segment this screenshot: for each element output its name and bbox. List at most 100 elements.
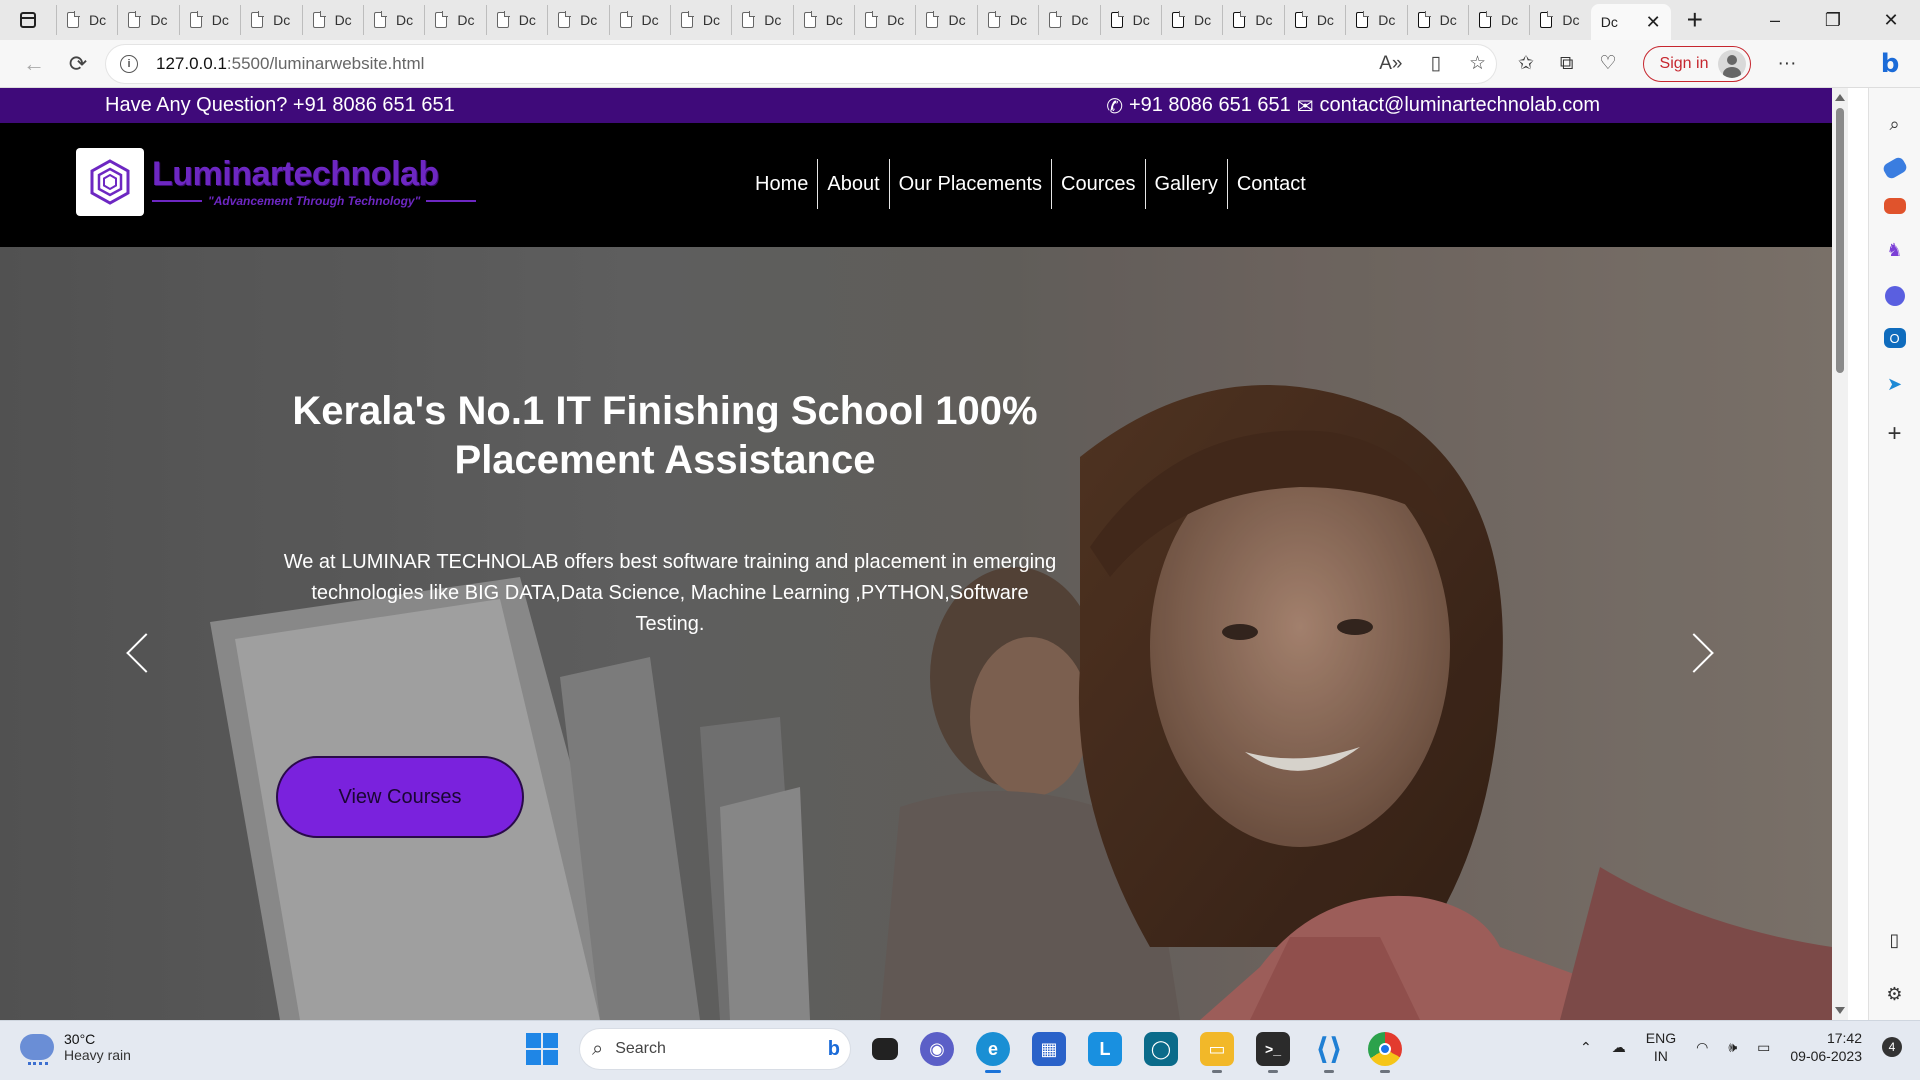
microsoft-store-icon[interactable]: ▦ (1032, 1032, 1066, 1066)
browser-tab[interactable]: Dc (669, 5, 731, 35)
wifi-icon[interactable]: ◠ (1696, 1039, 1708, 1056)
browser-tab[interactable]: Dc (1406, 5, 1468, 35)
battery-icon[interactable]: ▭ (1757, 1039, 1770, 1056)
minimize-button[interactable]: – (1746, 0, 1804, 40)
browser-tab-active[interactable]: Dc ✕ (1590, 4, 1671, 40)
sign-in-button[interactable]: Sign in (1642, 45, 1752, 82)
read-aloud-icon[interactable]: A» (1379, 53, 1402, 75)
sidebar-toggle-icon[interactable]: ▯ (1881, 926, 1909, 954)
edge-browser-icon[interactable]: e (976, 1032, 1010, 1073)
notification-badge[interactable]: 4 (1882, 1037, 1902, 1057)
site-info-icon[interactable]: i (120, 54, 138, 73)
system-tray: ⌃ ☁ ENG IN ◠ 🕪 ▭ 17:42 09-06-2023 4 (1580, 1029, 1902, 1065)
tab-title: Dc (1562, 12, 1580, 28)
vscode-icon[interactable]: ⟨⟩ (1312, 1032, 1346, 1073)
tab-title: Dc (764, 12, 782, 28)
close-window-button[interactable]: ✕ (1862, 0, 1920, 40)
restore-button[interactable]: ❐ (1804, 0, 1862, 40)
favorite-star-icon[interactable]: ☆ (1469, 52, 1486, 75)
chevron-up-icon[interactable]: ⌃ (1580, 1039, 1592, 1056)
refresh-button[interactable]: ⟳ (56, 44, 100, 84)
browser-essentials-icon[interactable]: ♡ (1600, 52, 1617, 75)
browser-tab[interactable]: Dc (424, 5, 485, 35)
more-options-icon[interactable]: ··· (1777, 53, 1796, 75)
nav-courses[interactable]: Cources (1051, 159, 1144, 209)
nav-home[interactable]: Home (746, 159, 817, 209)
favorites-icon[interactable]: ✩ (1518, 52, 1534, 75)
phone-text[interactable]: +91 8086 651 651 (1129, 94, 1291, 117)
microsoft365-icon[interactable] (1884, 286, 1905, 306)
terminal-icon[interactable]: >_ (1256, 1032, 1290, 1073)
collections-icon[interactable]: ⧉ (1560, 53, 1574, 75)
browser-tab[interactable]: Dc (240, 5, 301, 35)
browser-tab[interactable]: Dc (547, 5, 608, 35)
browser-tab[interactable]: Dc (1161, 5, 1222, 35)
nav-contact[interactable]: Contact (1226, 159, 1315, 209)
windows-start-icon[interactable] (526, 1033, 558, 1065)
document-icon (1110, 11, 1124, 28)
document-icon (189, 11, 203, 28)
task-view-icon[interactable] (872, 1038, 898, 1060)
immersive-reader-icon[interactable]: ▯ (1430, 52, 1440, 75)
add-sidebar-app-icon[interactable]: + (1881, 420, 1909, 448)
browser-tab[interactable]: Dc (854, 5, 915, 35)
browser-tab[interactable]: Dc (178, 5, 240, 35)
nav-gallery[interactable]: Gallery (1144, 159, 1227, 209)
games-chess-icon[interactable]: ♞ (1881, 236, 1909, 264)
clock[interactable]: 17:42 09-06-2023 (1790, 1029, 1862, 1065)
tab-actions-button[interactable] (0, 0, 56, 40)
taskbar-search-input[interactable]: ⌕ Search b (580, 1029, 850, 1069)
page-scrollbar[interactable] (1832, 88, 1848, 1020)
new-tab-button[interactable]: + (1671, 4, 1719, 36)
view-courses-button[interactable]: View Courses (276, 756, 524, 838)
back-button[interactable]: ← (12, 44, 56, 84)
browser-tab[interactable]: Dc (976, 5, 1038, 35)
browser-tab[interactable]: Dc (1283, 5, 1345, 35)
site-logo[interactable]: Luminartechnolab "Advancement Through Te… (76, 148, 477, 216)
browser-tab[interactable]: Dc (301, 5, 363, 35)
browser-tab[interactable]: Dc (1038, 5, 1099, 35)
language-indicator[interactable]: ENG IN (1646, 1029, 1676, 1065)
nav-our-placements[interactable]: Our Placements (888, 159, 1051, 209)
browser-tab[interactable]: Dc (1467, 5, 1529, 35)
tools-briefcase-icon[interactable] (1883, 198, 1906, 214)
email-link[interactable]: contact@luminartechnolab.com (1320, 94, 1600, 117)
file-explorer-icon[interactable]: ▭ (1200, 1032, 1234, 1073)
weather-widget[interactable]: 30°C Heavy rain (20, 1031, 131, 1065)
document-icon (1417, 11, 1431, 28)
l-app-icon[interactable]: L (1088, 1032, 1122, 1066)
site-header: Luminartechnolab "Advancement Through Te… (0, 123, 1832, 247)
browser-tab[interactable]: Dc (792, 5, 854, 35)
browser-tab[interactable]: Dc (1345, 5, 1406, 35)
close-tab-icon[interactable]: ✕ (1646, 12, 1661, 33)
browser-tab[interactable]: Dc (1529, 5, 1590, 35)
tab-actions-icon (20, 12, 36, 28)
gear-icon[interactable]: ⚙ (1881, 980, 1909, 1008)
browser-tab[interactable]: Dc (608, 5, 670, 35)
scrollbar-thumb[interactable] (1836, 108, 1844, 373)
browser-tab[interactable]: Dc (362, 5, 424, 35)
search-icon[interactable]: ⌕ (1881, 110, 1909, 138)
browser-tab[interactable]: Dc (117, 5, 178, 35)
cortana-ring-icon[interactable]: ◯ (1144, 1032, 1178, 1066)
chrome-icon[interactable] (1368, 1032, 1402, 1073)
send-plane-icon[interactable]: ➤ (1881, 370, 1909, 398)
shopping-tag-icon[interactable] (1880, 155, 1909, 181)
nav-about[interactable]: About (817, 159, 888, 209)
browser-tab[interactable]: Dc (1099, 5, 1161, 35)
url-input[interactable]: i 127.0.0.1:5500/luminarwebsite.html A» … (106, 44, 1496, 83)
bing-copilot-icon[interactable]: b (1870, 44, 1910, 84)
onedrive-offline-icon[interactable]: ☁ (1612, 1039, 1626, 1056)
browser-tab[interactable]: Dc (731, 5, 792, 35)
teams-chat-icon[interactable]: ◉ (920, 1032, 954, 1066)
browser-tab[interactable]: Dc (485, 5, 547, 35)
browser-tab[interactable]: Dc (56, 5, 117, 35)
outlook-icon[interactable]: O (1883, 328, 1906, 348)
browser-tab[interactable]: Dc (1222, 5, 1283, 35)
scroll-down-icon[interactable] (1835, 1007, 1845, 1014)
volume-icon[interactable]: 🕪 (1728, 1039, 1737, 1056)
scroll-up-icon[interactable] (1835, 94, 1845, 101)
logo-hexagon-icon (76, 148, 144, 216)
browser-tab[interactable]: Dc (915, 5, 976, 35)
document-icon (67, 11, 80, 28)
